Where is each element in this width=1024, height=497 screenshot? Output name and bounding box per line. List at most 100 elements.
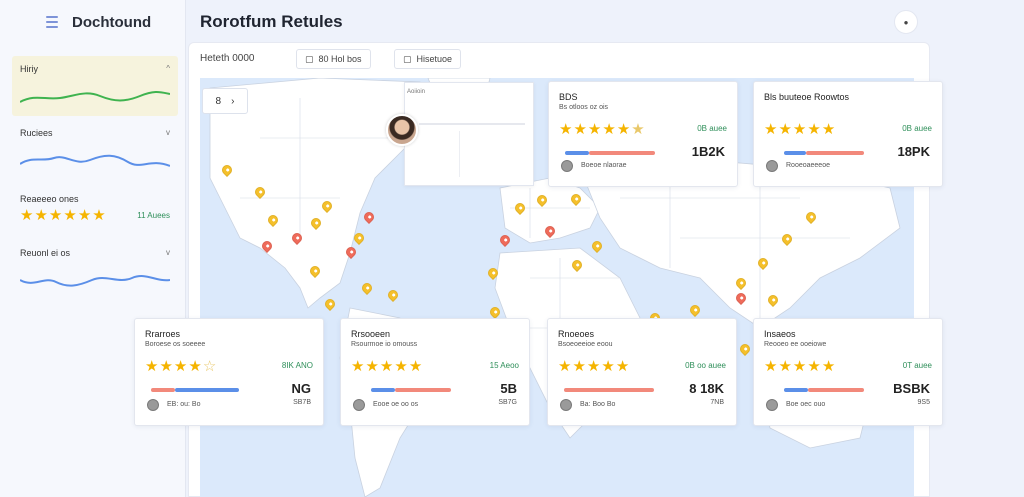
header-action-button[interactable]: ● bbox=[894, 10, 918, 34]
menu-icon[interactable] bbox=[46, 16, 58, 28]
zoom-level: 8 bbox=[215, 95, 222, 107]
rating-count: 15 Aeoo bbox=[489, 361, 519, 370]
location-card-4[interactable]: Rrsooeen Rsourmoe io omouss ★ ★ ★ ★ ★ 15 Aeo… bbox=[340, 318, 530, 426]
status-dot bbox=[766, 160, 778, 172]
status-dot bbox=[766, 399, 778, 411]
star-icon: ★ bbox=[188, 358, 202, 375]
square-icon: ▢ bbox=[305, 53, 314, 64]
card-footer: Rooeoaeeeoe bbox=[786, 162, 830, 169]
card-title: Bls buuteoe Roowtos bbox=[764, 92, 850, 102]
toolbar-button-1[interactable]: ▢ 80 Hol bos bbox=[296, 49, 371, 69]
map-zoom-control[interactable]: 8 › bbox=[202, 88, 248, 114]
progress-bar bbox=[764, 150, 864, 156]
card-value: 18PK bbox=[897, 144, 930, 159]
star-icon: ★ bbox=[764, 121, 778, 138]
location-card-5[interactable]: Rnoeoes Bsoeoeeioe eoou ★ ★ ★ ★ ★ 0B oo auee… bbox=[547, 318, 737, 426]
star-icon: ★ bbox=[145, 358, 159, 375]
star-rating: ★ ★ ★ ★ ★ bbox=[764, 122, 835, 137]
popup-divider bbox=[419, 123, 525, 125]
status-dot bbox=[560, 399, 572, 411]
sidebar-widget-1[interactable]: Hiriy ^ bbox=[12, 56, 178, 116]
star-icon: ★ bbox=[792, 358, 807, 375]
rating-count: 0B oo auee bbox=[685, 361, 726, 370]
chevron-down-icon[interactable]: v bbox=[166, 128, 170, 138]
star-icon: ★ bbox=[821, 358, 836, 375]
card-footer: Eooe oe oo os bbox=[373, 401, 419, 408]
star-icon: ★ bbox=[408, 358, 423, 375]
star-icon: ★ bbox=[764, 358, 778, 375]
star-rating: ★ ★ ★ ★ ★ bbox=[558, 359, 629, 374]
sidebar-widget-4[interactable]: Reuonl ei os v bbox=[12, 248, 178, 298]
card-title: Rnoeoes bbox=[558, 329, 595, 339]
star-icon: ★ bbox=[559, 121, 573, 138]
star-icon: ★ bbox=[615, 358, 630, 375]
card-value: NG bbox=[291, 381, 312, 396]
card-value: 8 18K bbox=[689, 381, 724, 396]
card-subtitle: Bs otloos oz ois bbox=[559, 104, 609, 111]
card-footer: Boe oec ouo bbox=[786, 401, 826, 408]
star-icon: ★ bbox=[173, 358, 188, 375]
rating-count: 0B auee bbox=[697, 124, 727, 133]
avatar[interactable] bbox=[386, 114, 418, 146]
widget-label: Reaeeeo ones bbox=[20, 194, 79, 204]
location-card-1[interactable]: BDS Bs otloos oz ois ★ ★ ★ ★ ★ ★ 0B auee 1B2K… bbox=[548, 81, 738, 187]
star-icon: ★ bbox=[77, 207, 92, 224]
card-subtitle: Bsoeoeeioe eoou bbox=[558, 341, 613, 348]
star-icon: ★ bbox=[616, 121, 631, 138]
sparkline bbox=[20, 154, 170, 167]
card-subtitle: Rsourmoe io omouss bbox=[351, 341, 418, 348]
progress-bar bbox=[351, 387, 451, 393]
star-icon: ★ bbox=[394, 358, 408, 375]
popup-divider bbox=[459, 131, 460, 177]
star-icon: ★ bbox=[586, 358, 601, 375]
star-half-icon: ☆ bbox=[202, 358, 217, 375]
card-footer: Ba: Boo Bo bbox=[580, 401, 616, 408]
chevron-right-icon[interactable]: › bbox=[231, 96, 234, 107]
chevron-up-icon[interactable]: ^ bbox=[166, 64, 170, 74]
star-icon: ★ bbox=[351, 358, 365, 375]
card-footer-value: 9S5 bbox=[917, 399, 930, 406]
progress-bar bbox=[764, 387, 864, 393]
sparkline bbox=[20, 91, 170, 103]
star-icon: ★ bbox=[20, 207, 34, 224]
card-title: BDS bbox=[559, 92, 578, 102]
sidebar-widget-2[interactable]: Ruciees v bbox=[12, 128, 178, 178]
card-footer: EB: ou: Bo bbox=[167, 401, 201, 408]
chevron-down-icon[interactable]: v bbox=[166, 248, 170, 258]
rating-count: 0T auee bbox=[902, 361, 932, 370]
square-icon: ▢ bbox=[403, 53, 412, 64]
card-footer-value: SB7B bbox=[293, 399, 311, 406]
location-card-3[interactable]: Rrarroes Boroese os soeeee ★ ★ ★ ★ ☆ 8IK ANO… bbox=[134, 318, 324, 426]
star-icon: ★ bbox=[792, 121, 807, 138]
star-icon: ★ bbox=[778, 121, 792, 138]
location-card-6[interactable]: Insaeos Reooeo ee ooeiowe ★ ★ ★ ★ ★ 0T auee … bbox=[753, 318, 943, 426]
toolbar-button-2[interactable]: ▢ Hisetuoe bbox=[394, 49, 462, 69]
app-title: Dochtound bbox=[72, 14, 152, 31]
card-subtitle: Reooeo ee ooeiowe bbox=[764, 341, 827, 348]
sidebar-widget-3[interactable]: Reaeeeo ones ★ ★ ★ ★ ★ ★ 11 Auees bbox=[12, 194, 178, 234]
popup-label: Aoiioin bbox=[407, 89, 426, 95]
widget-label: Ruciees bbox=[20, 128, 53, 138]
progress-bar bbox=[558, 387, 658, 393]
location-card-2[interactable]: Bls buuteoe Roowtos ★ ★ ★ ★ ★ 0B auee 18PK R… bbox=[753, 81, 943, 187]
star-icon: ★ bbox=[63, 207, 77, 224]
status-dot bbox=[353, 399, 365, 411]
progress-bar bbox=[559, 150, 659, 156]
star-icon: ★ bbox=[821, 121, 836, 138]
rating-count: 11 Auees bbox=[137, 211, 170, 220]
card-footer-value: SB7G bbox=[498, 399, 517, 406]
card-subtitle: Boroese os soeeee bbox=[145, 341, 206, 348]
status-dot bbox=[561, 160, 573, 172]
star-icon: ★ bbox=[159, 358, 173, 375]
card-title: Rrarroes bbox=[145, 329, 181, 339]
page-title: Rorotfum Retules bbox=[200, 12, 343, 31]
star-half-icon: ★ bbox=[631, 121, 645, 138]
card-footer-value: 7NB bbox=[710, 399, 724, 406]
star-rating: ★ ★ ★ ★ ★ bbox=[351, 359, 422, 374]
star-rating: ★ ★ ★ ★ ★ ★ bbox=[559, 122, 645, 137]
status-dot bbox=[147, 399, 159, 411]
toolbar-button-1-label: 80 Hol bos bbox=[318, 54, 362, 64]
star-icon: ★ bbox=[34, 207, 48, 224]
card-footer: Boeoe nlaorae bbox=[581, 162, 627, 169]
star-icon: ★ bbox=[48, 207, 63, 224]
